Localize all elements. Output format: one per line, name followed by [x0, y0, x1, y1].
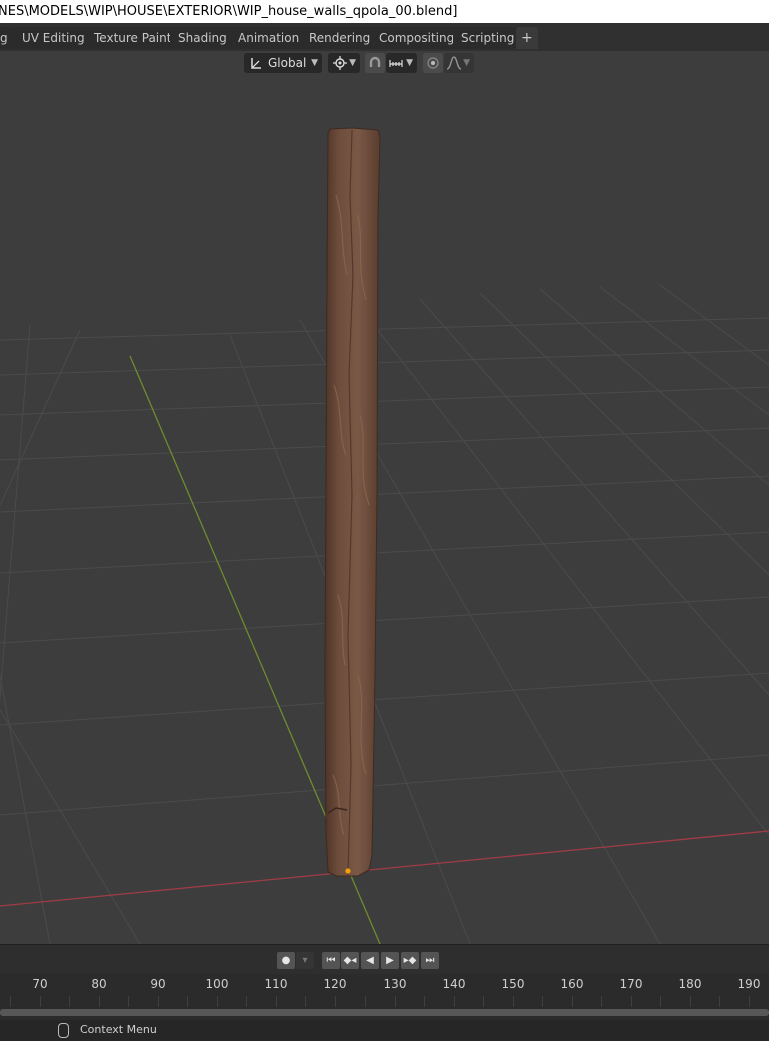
tick-line [719, 996, 720, 1007]
chevron-down-icon: ▼ [463, 58, 470, 68]
frame-tick-label: 110 [264, 977, 288, 991]
play-reverse-icon: ◀ [366, 955, 374, 966]
tab-rendering[interactable]: Rendering [301, 27, 379, 49]
window-title: NES\MODELS\WIP\HOUSE\EXTERIOR\WIP_house_… [0, 4, 458, 19]
frame-tick-label: 160 [560, 977, 584, 991]
chevron-down-icon: ▾ [302, 955, 308, 966]
tick-line [395, 996, 396, 1007]
frame-tick-label: 140 [442, 977, 466, 991]
frame-tick-label: 100 [205, 977, 229, 991]
tick-line [601, 996, 602, 1007]
snap-increment-icon [386, 53, 406, 73]
chevron-down-icon: ▼ [406, 58, 413, 68]
tick-line [305, 996, 306, 1007]
transform-orientation-icon [246, 53, 266, 73]
tick-line [749, 996, 750, 1007]
add-workspace-button[interactable]: + [516, 27, 538, 49]
tick-line [10, 996, 11, 1007]
tick-line [572, 996, 573, 1007]
frame-tick-label: 130 [383, 977, 407, 991]
timeline-ruler[interactable]: 70 80 90 100 110 120 130 140 150 160 170… [0, 974, 769, 1020]
frame-tick-label: 190 [737, 977, 761, 991]
falloff-curve-icon [444, 53, 464, 73]
jump-end-icon: ⏭ [425, 955, 435, 966]
tab-compositing[interactable]: Compositing [371, 27, 463, 49]
tick-line [40, 996, 41, 1007]
jump-start-button[interactable]: ⏮ [322, 952, 340, 969]
snap-toggle[interactable] [365, 53, 385, 73]
tab-uv-editing[interactable]: UV Editing [14, 27, 93, 49]
frame-tick-label: 150 [501, 977, 525, 991]
frame-tick-label: 170 [619, 977, 643, 991]
frame-tick-label: 90 [150, 977, 166, 991]
workspace-tabs: g UV Editing Texture Paint Shading Anima… [0, 23, 769, 51]
chevron-down-icon: ▼ [349, 58, 356, 68]
play-reverse-button[interactable]: ◀ [361, 952, 379, 969]
jump-start-icon: ⏮ [326, 955, 336, 966]
mouse-right-click-icon [58, 1023, 69, 1038]
pivot-point-dropdown[interactable]: ▼ [328, 53, 360, 73]
tick-line [187, 996, 188, 1007]
object-origin-dot [345, 868, 351, 874]
tab-scripting[interactable]: Scripting [453, 27, 523, 49]
tick-line [99, 996, 100, 1007]
x-axis-line [0, 830, 769, 907]
tab-texture-paint[interactable]: Texture Paint [86, 27, 180, 49]
tab-layout[interactable]: g [0, 27, 14, 49]
floor-grid [0, 284, 769, 944]
play-button[interactable]: ▶ [381, 952, 399, 969]
next-keyframe-button[interactable]: ▸◆ [401, 952, 419, 969]
transform-orientation-dropdown[interactable]: Global ▼ [244, 53, 322, 73]
keying-dropdown[interactable]: ▾ [296, 952, 314, 969]
tick-line [513, 996, 514, 1007]
frame-tick-label: 120 [323, 977, 347, 991]
tick-line [660, 996, 661, 1007]
tick-line [128, 996, 129, 1007]
viewport-header: Global ▼ ▼ ▼ ▼ [0, 51, 769, 75]
frame-tick-label: 180 [678, 977, 702, 991]
prev-keyframe-button[interactable]: ◆◂ [341, 952, 359, 969]
falloff-dropdown[interactable]: ▼ [444, 53, 474, 73]
chevron-down-icon: ▼ [311, 58, 318, 68]
play-icon: ▶ [386, 955, 394, 966]
tick-line [454, 996, 455, 1007]
record-button[interactable]: ● [277, 952, 295, 969]
snap-magnet-icon [365, 53, 385, 73]
wooden-plank-object[interactable] [324, 127, 381, 877]
frame-tick-label: 70 [32, 977, 48, 991]
tick-line [542, 996, 543, 1007]
tab-animation[interactable]: Animation [230, 27, 308, 49]
context-menu-hint: Context Menu [80, 1023, 157, 1036]
tick-line [631, 996, 632, 1007]
frame-tick-label: 80 [91, 977, 107, 991]
tick-line [424, 996, 425, 1007]
tick-line [690, 996, 691, 1007]
record-icon: ● [281, 955, 291, 966]
next-keyframe-icon: ▸◆ [403, 955, 417, 966]
proportional-edit-icon [423, 53, 443, 73]
window-title-bar: NES\MODELS\WIP\HOUSE\EXTERIOR\WIP_house_… [0, 0, 769, 23]
tick-line [483, 996, 484, 1007]
snap-target-dropdown[interactable]: ▼ [386, 53, 417, 73]
status-bar: Context Menu [0, 1020, 769, 1041]
tick-line [365, 996, 366, 1007]
tick-line [335, 996, 336, 1007]
tick-line [158, 996, 159, 1007]
tick-line [246, 996, 247, 1007]
jump-end-button[interactable]: ⏭ [421, 952, 439, 969]
timeline-header: ● ▾ ⏮ ◆◂ ◀ ▶ ▸◆ ⏭ [0, 944, 769, 975]
timeline-scrollbar[interactable] [0, 1009, 769, 1016]
proportional-edit-toggle[interactable] [423, 53, 443, 73]
tick-line [217, 996, 218, 1007]
tab-shading[interactable]: Shading [170, 27, 235, 49]
3d-viewport[interactable] [0, 75, 769, 944]
tick-line [276, 996, 277, 1007]
pivot-point-icon [330, 53, 350, 73]
transform-orientation-label: Global [268, 56, 307, 70]
prev-keyframe-icon: ◆◂ [343, 955, 357, 966]
tick-line [69, 996, 70, 1007]
viewport-canvas[interactable] [0, 75, 769, 944]
